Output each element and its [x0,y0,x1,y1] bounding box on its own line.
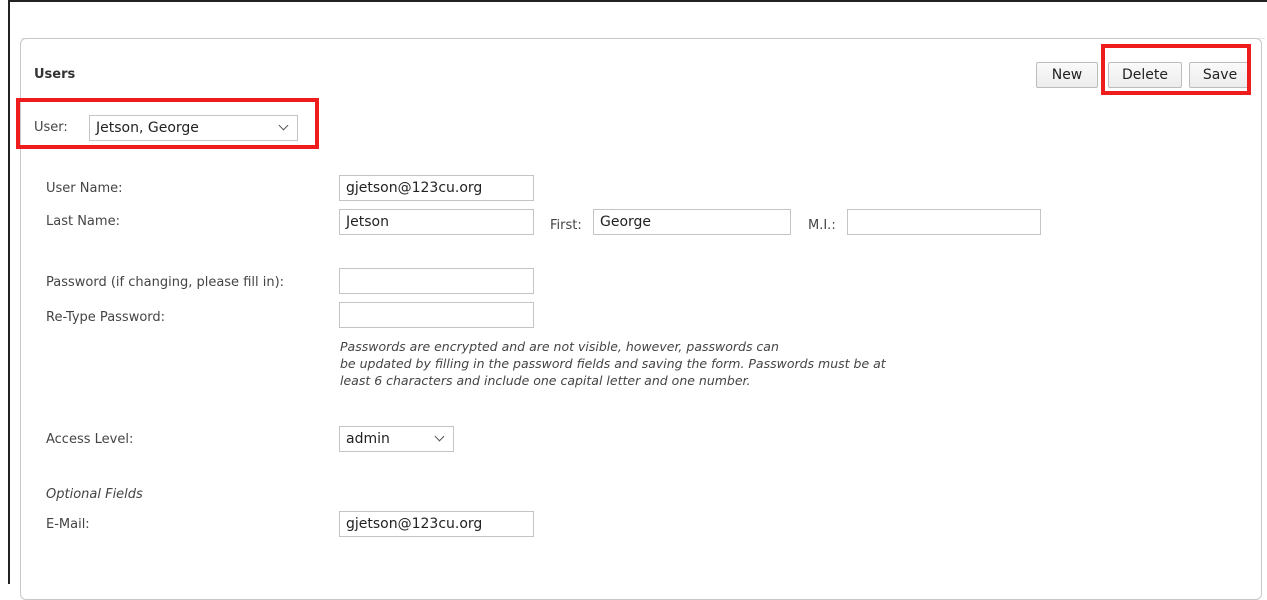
retype-password-label: Re-Type Password: [46,310,166,325]
access-level-value: admin [346,431,390,447]
access-level-select[interactable]: admin [339,426,454,452]
last-name-input[interactable]: Jetson [339,209,534,235]
chevron-down-icon [434,431,445,442]
username-input[interactable]: gjetson@123cu.org [339,175,534,201]
user-select-highlight-box [16,98,319,149]
password-help-line-2: be updated by filling in the password fi… [340,356,886,371]
buttons-highlight-box [1101,44,1251,95]
new-button[interactable]: New [1036,62,1098,88]
middle-initial-input[interactable] [847,209,1041,235]
username-label: User Name: [46,181,123,196]
password-help-text: Passwords are encrypted and are not visi… [340,338,1020,389]
password-input[interactable] [339,268,534,294]
email-label: E-Mail: [46,517,90,532]
panel-title: Users [34,67,76,82]
access-level-label: Access Level: [46,432,134,447]
password-help-line-3: least 6 characters and include one capit… [340,373,751,388]
email-input[interactable]: gjetson@123cu.org [339,511,534,537]
optional-fields-heading: Optional Fields [46,487,143,502]
top-bar [21,8,1265,39]
middle-initial-label: M.I.: [808,218,836,233]
first-name-label: First: [550,218,582,233]
password-label: Password (if changing, please fill in): [46,275,285,290]
first-name-input[interactable]: George [593,209,791,235]
retype-password-input[interactable] [339,302,534,328]
last-name-label: Last Name: [46,214,120,229]
password-help-line-1: Passwords are encrypted and are not visi… [340,339,779,354]
